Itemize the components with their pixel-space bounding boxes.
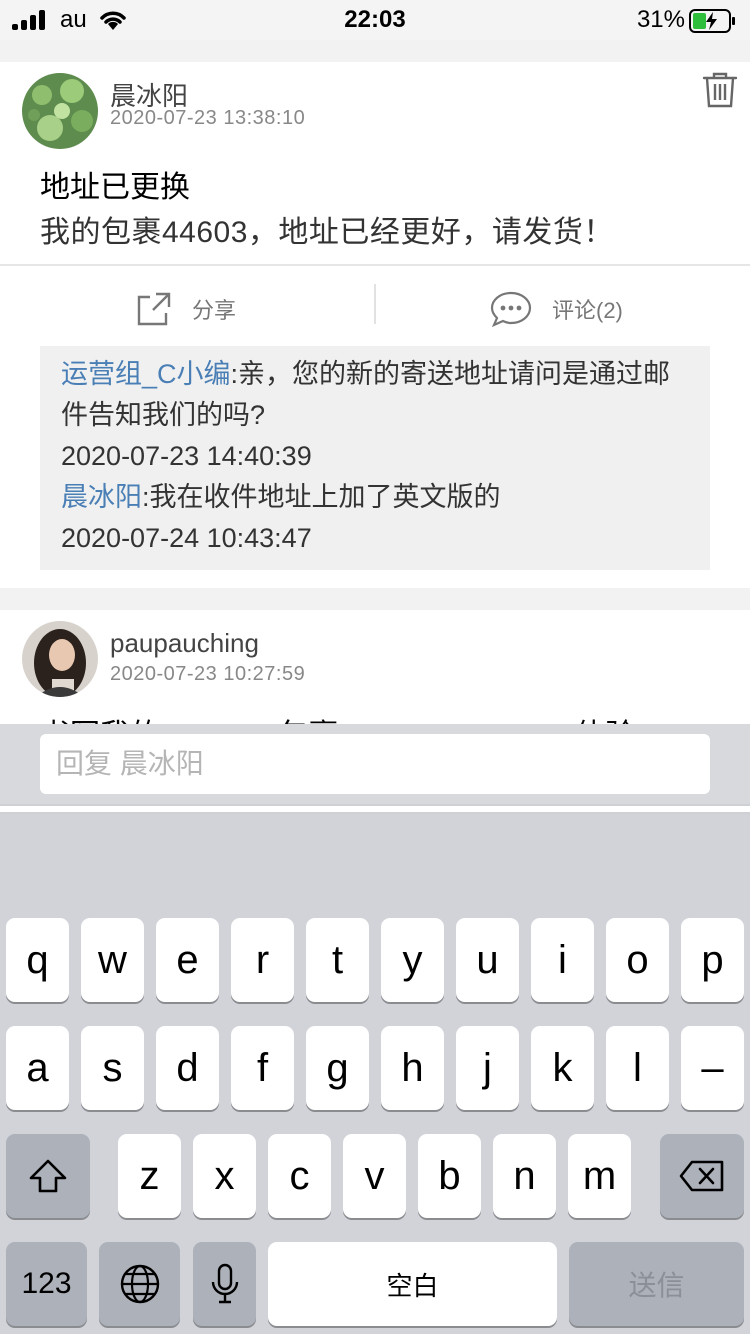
battery-percent: 31% — [636, 6, 685, 33]
key-c[interactable]: c — [268, 1134, 331, 1218]
reply-divider — [0, 804, 750, 814]
key-o[interactable]: o — [606, 918, 669, 1002]
post-card: 晨冰阳 2020-07-23 13:38:10 地址已更换 我的包裹44603，… — [0, 62, 750, 588]
key-x[interactable]: x — [193, 1134, 256, 1218]
status-bar: au 22:03 31% — [0, 0, 750, 40]
avatar[interactable] — [22, 73, 98, 149]
key-p[interactable]: p — [681, 918, 744, 1002]
divider — [0, 264, 750, 266]
share-label: 分享 — [192, 298, 237, 323]
space-key[interactable]: 空白 — [268, 1242, 557, 1326]
comments-box: 运营组_C小编:亲，您的新的寄送地址请问是通过邮 件告知我们的吗? 2020-0… — [40, 346, 710, 570]
avatar[interactable] — [22, 621, 98, 697]
comment-count-label: 评论(2) — [552, 298, 623, 323]
key-d[interactable]: d — [156, 1026, 219, 1110]
post-timestamp: 2020-07-23 13:38:10 — [110, 107, 306, 129]
key-q[interactable]: q — [6, 918, 69, 1002]
comment-item: 运营组_C小编:亲，您的新的寄送地址请问是通过邮 — [61, 354, 690, 395]
action-separator — [374, 284, 376, 324]
key-b[interactable]: b — [418, 1134, 481, 1218]
comment-author[interactable]: 运营组_C小编 — [61, 359, 231, 389]
key-t[interactable]: t — [306, 918, 369, 1002]
microphone-icon — [211, 1263, 238, 1304]
key-k[interactable]: k — [531, 1026, 594, 1110]
key-w[interactable]: w — [81, 918, 144, 1002]
reply-input[interactable] — [40, 734, 710, 794]
comment-text: :亲，您的新的寄送地址请问是通过邮 — [230, 359, 671, 389]
key-i[interactable]: i — [531, 918, 594, 1002]
battery-icon — [689, 9, 735, 33]
comment-time: 2020-07-24 10:43:47 — [61, 523, 312, 553]
key-dash[interactable]: – — [681, 1026, 744, 1110]
delete-key[interactable] — [660, 1134, 744, 1218]
comment-text: :我在收件地址上加了英文版的 — [142, 482, 501, 512]
post-timestamp: 2020-07-23 10:27:59 — [110, 663, 306, 685]
post-username[interactable]: paupauching — [110, 628, 259, 659]
comment-time: 2020-07-23 14:40:39 — [61, 441, 312, 471]
trash-icon[interactable] — [700, 70, 740, 110]
keyboard: q w e r t y u i o p a s d f g h j k l – … — [0, 814, 750, 1334]
key-g[interactable]: g — [306, 1026, 369, 1110]
key-u[interactable]: u — [456, 918, 519, 1002]
send-key[interactable]: 送信 — [569, 1242, 744, 1326]
comment-button[interactable]: 评论(2) — [490, 284, 623, 334]
key-s[interactable]: s — [81, 1026, 144, 1110]
share-button[interactable]: 分享 — [136, 284, 236, 334]
post-body: 我的包裹44603，地址已经更好，请发货！ — [40, 216, 614, 249]
key-j[interactable]: j — [456, 1026, 519, 1110]
shift-icon — [29, 1159, 67, 1193]
comment-icon — [490, 291, 532, 328]
shift-key[interactable] — [6, 1134, 90, 1218]
comment-item: 晨冰阳:我在收件地址上加了英文版的 — [61, 477, 690, 518]
key-h[interactable]: h — [381, 1026, 444, 1110]
share-icon — [137, 292, 171, 326]
globe-key[interactable] — [99, 1242, 180, 1326]
key-l[interactable]: l — [606, 1026, 669, 1110]
globe-icon — [120, 1264, 159, 1304]
screen: au 22:03 31% 晨冰阳 2020-07-23 13:38:10 地址已… — [0, 0, 750, 1334]
key-r[interactable]: r — [231, 918, 294, 1002]
delete-icon — [679, 1160, 724, 1192]
numbers-key[interactable]: 123 — [6, 1242, 87, 1326]
post-card: paupauching 2020-07-23 10:27:59 书写我的CNst… — [0, 610, 750, 752]
key-m[interactable]: m — [568, 1134, 631, 1218]
comment-text-continued: 件告知我们的吗? — [61, 400, 266, 430]
key-f[interactable]: f — [231, 1026, 294, 1110]
comment-author[interactable]: 晨冰阳 — [61, 482, 142, 512]
microphone-key[interactable] — [193, 1242, 256, 1326]
key-a[interactable]: a — [6, 1026, 69, 1110]
key-e[interactable]: e — [156, 918, 219, 1002]
key-v[interactable]: v — [343, 1134, 406, 1218]
post-title: 地址已更换 — [40, 171, 190, 204]
key-n[interactable]: n — [493, 1134, 556, 1218]
key-y[interactable]: y — [381, 918, 444, 1002]
reply-bar — [0, 724, 750, 804]
key-z[interactable]: z — [118, 1134, 181, 1218]
